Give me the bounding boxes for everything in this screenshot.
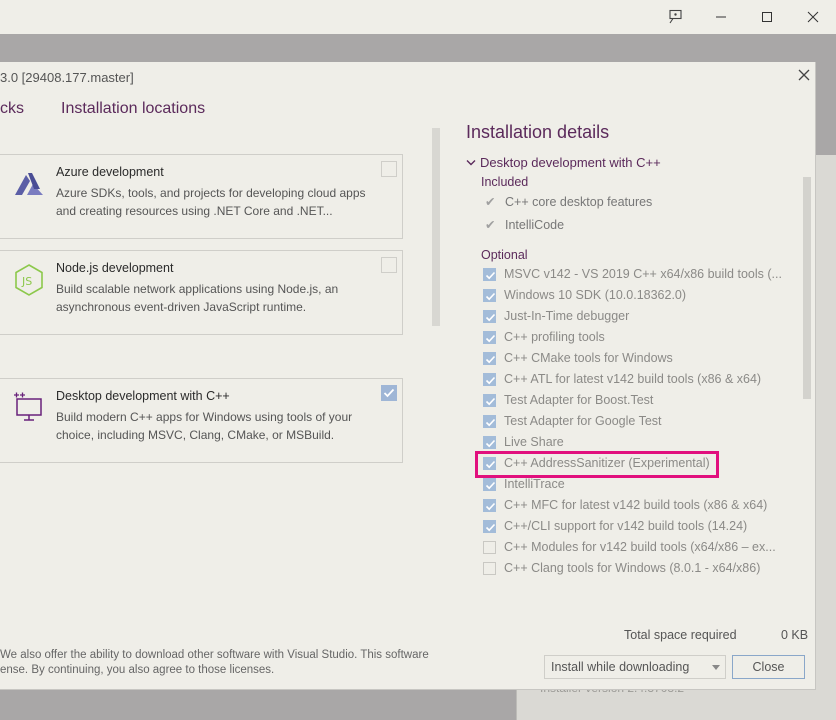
desktop-cpp-icon [12,391,46,425]
component-label: MSVC v142 - VS 2019 C++ x64/x86 build to… [504,267,782,281]
total-space-value: 0 KB [781,628,809,642]
highlight-box [475,451,719,478]
svg-text:JS: JS [21,275,32,288]
workload-title: Azure development [56,165,164,179]
window-titlebar [0,0,836,34]
component-label: Just-In-Time debugger [504,309,630,323]
install-mode-value: Install while downloading [551,660,690,674]
component-checkbox[interactable] [483,499,496,512]
close-button[interactable]: Close [732,655,805,679]
component-label: IntelliTrace [504,477,565,491]
close-icon[interactable] [790,0,836,34]
maximize-icon[interactable] [744,0,790,34]
total-space-label: Total space required [624,628,737,642]
dropdown-arrow-icon [712,665,720,670]
workload-description: Build modern C++ apps for Windows using … [56,410,353,442]
component-label: Live Share [504,435,564,449]
component-label: C++ ATL for latest v142 build tools (x86… [504,372,762,386]
dialog-title: 3.0 [29408.177.master] [0,70,134,85]
workload-title: Desktop development with C++ [56,389,230,403]
component-checkbox[interactable] [483,373,496,386]
license-text: We also offer the ability to download ot… [0,648,440,678]
component-checkbox[interactable] [483,541,496,554]
component-label: Windows 10 SDK (10.0.18362.0) [504,288,687,302]
installation-details-title: Installation details [466,122,610,142]
workload-checkbox[interactable] [381,257,397,273]
component-label: C++ Modules for v142 build tools (x64/x8… [504,540,776,554]
workload-description: Azure SDKs, tools, and projects for deve… [56,186,366,218]
license-line: We also offer the ability to download ot… [0,649,429,661]
optional-label: Optional [481,248,528,262]
details-scrollbar[interactable] [803,177,811,399]
component-checkbox[interactable] [483,436,496,449]
nodejs-icon: JS [12,263,46,297]
included-item: ✔ IntelliCode [485,218,565,232]
check-icon: ✔ [485,195,496,209]
modify-dialog: 3.0 [29408.177.master] cks Installation … [0,62,816,690]
component-label: C++ CMake tools for Windows [504,351,673,365]
component-label: C++ Clang tools for Windows (8.0.1 - x64… [504,561,761,575]
component-checkbox[interactable] [483,520,496,533]
component-checkbox[interactable] [483,562,496,575]
azure-icon [12,167,46,201]
included-label: Included [481,175,529,189]
component-checkbox[interactable] [483,478,496,491]
workload-checkbox[interactable] [381,161,397,177]
close-icon[interactable] [795,66,813,84]
tab-installation-locations[interactable]: Installation locations [61,100,205,118]
component-label: Test Adapter for Boost.Test [504,393,654,407]
component-checkbox[interactable] [483,352,496,365]
workload-card-nodejs[interactable]: JS Node.js development Build scalable ne… [0,250,403,335]
component-checkbox[interactable] [483,310,496,323]
included-item: ✔ C++ core desktop features [485,195,653,209]
feedback-icon[interactable] [652,0,698,34]
workload-checkbox[interactable] [381,385,397,401]
workload-description: Build scalable network applications usin… [56,282,339,314]
component-checkbox[interactable] [483,289,496,302]
component-label: C++ profiling tools [504,330,605,344]
license-line: ense. By continuing, you also agree to t… [0,664,275,676]
component-checkbox[interactable] [483,394,496,407]
workload-card-azure[interactable]: Azure development Azure SDKs, tools, and… [0,154,403,239]
component-label: Test Adapter for Google Test [504,414,662,428]
component-checkbox[interactable] [483,268,496,281]
workload-details-header[interactable]: Desktop development with C++ [466,155,661,170]
workloads-scrollbar[interactable] [432,128,440,326]
workload-title: Node.js development [56,261,174,275]
component-checkbox[interactable] [483,415,496,428]
component-label: C++/CLI support for v142 build tools (14… [504,519,748,533]
chevron-down-icon [466,155,480,170]
tab-workloads[interactable]: cks [0,100,24,118]
minimize-icon[interactable] [698,0,744,34]
workload-card-desktop-cpp[interactable]: Desktop development with C++ Build moder… [0,378,403,463]
workload-details-label: Desktop development with C++ [480,155,661,170]
check-icon: ✔ [485,218,496,232]
component-label: C++ MFC for latest v142 build tools (x86… [504,498,768,512]
install-mode-dropdown[interactable]: Install while downloading [544,655,726,679]
component-checkbox[interactable] [483,331,496,344]
